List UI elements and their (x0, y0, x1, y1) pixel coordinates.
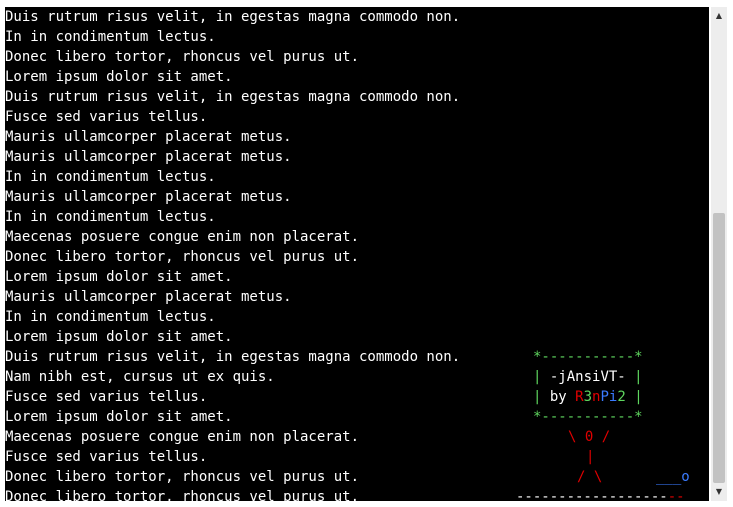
terminal-line: Fusce sed varius tellus. (5, 449, 208, 465)
banner-border-bottom: *-----------* (533, 409, 643, 425)
terminal-line: Mauris ullamcorper placerat metus. (5, 149, 292, 165)
terminal-line: Duis rutrum risus velit, in egestas magn… (5, 349, 461, 365)
banner-by-text: by (541, 389, 576, 405)
terminal-line: Fusce sed varius tellus. (5, 389, 208, 405)
terminal-line: Donec libero tortor, rhoncus vel purus u… (5, 489, 360, 501)
banner-side-right: | (634, 389, 643, 405)
terminal-line: In in condimentum lectus. (5, 169, 216, 185)
figure-head: \ 0 / (568, 429, 611, 445)
terminal-line: Fusce sed varius tellus. (5, 109, 208, 125)
ground-line: -------------------- (516, 487, 685, 501)
terminal-line: Mauris ullamcorper placerat metus. (5, 189, 292, 205)
banner-side-right: | (634, 369, 643, 385)
terminal-line: In in condimentum lectus. (5, 29, 216, 45)
figure-legs: / \ (577, 469, 603, 485)
ground-line-red: -- (667, 489, 685, 501)
scroll-down-icon[interactable]: ▼ (711, 485, 727, 499)
terminal-line: Lorem ipsum dolor sit amet. (5, 69, 233, 85)
terminal-line: Donec libero tortor, rhoncus vel purus u… (5, 249, 360, 265)
ball-icon: ___o (656, 469, 690, 485)
figure-body: | (586, 449, 595, 465)
ground-line-white: ------------------ (516, 489, 668, 501)
terminal-line: Duis rutrum risus velit, in egestas magn… (5, 89, 461, 105)
banner-pad (626, 389, 634, 405)
banner-author-r: R (575, 389, 584, 405)
banner-author-pi: Pi (600, 389, 618, 405)
terminal-line: Mauris ullamcorper placerat metus. (5, 129, 292, 145)
banner-title-row: | -jAnsiVT- | (533, 367, 643, 387)
banner-author-3: 3 (583, 389, 593, 405)
terminal-window: Duis rutrum risus velit, in egestas magn… (0, 0, 733, 507)
terminal-line: Maecenas posuere congue enim non placera… (5, 229, 360, 245)
terminal-line: Lorem ipsum dolor sit amet. (5, 409, 233, 425)
terminal-line: Nam nibh est, cursus ut ex quis. (5, 369, 275, 385)
terminal-line: Lorem ipsum dolor sit amet. (5, 269, 233, 285)
terminal-line: Donec libero tortor, rhoncus vel purus u… (5, 469, 360, 485)
terminal-line: Lorem ipsum dolor sit amet. (5, 329, 233, 345)
banner-border-top: *-----------* (533, 349, 643, 365)
terminal-line: In in condimentum lectus. (5, 209, 216, 225)
terminal-screen[interactable]: Duis rutrum risus velit, in egestas magn… (5, 7, 709, 501)
terminal-line: Duis rutrum risus velit, in egestas magn… (5, 9, 461, 25)
terminal-line: Maecenas posuere congue enim non placera… (5, 429, 360, 445)
banner-title: -jAnsiVT- (541, 369, 635, 385)
scroll-up-icon[interactable]: ▲ (711, 9, 727, 23)
scrollbar-thumb[interactable] (713, 213, 725, 483)
banner-author-row: | by R3nPi2 | (533, 387, 643, 407)
terminal-line: In in condimentum lectus. (5, 309, 216, 325)
banner-author-2: 2 (617, 389, 626, 405)
terminal-line: Donec libero tortor, rhoncus vel purus u… (5, 49, 360, 65)
vertical-scrollbar[interactable]: ▲ ▼ (711, 7, 727, 501)
terminal-line: Mauris ullamcorper placerat metus. (5, 289, 292, 305)
